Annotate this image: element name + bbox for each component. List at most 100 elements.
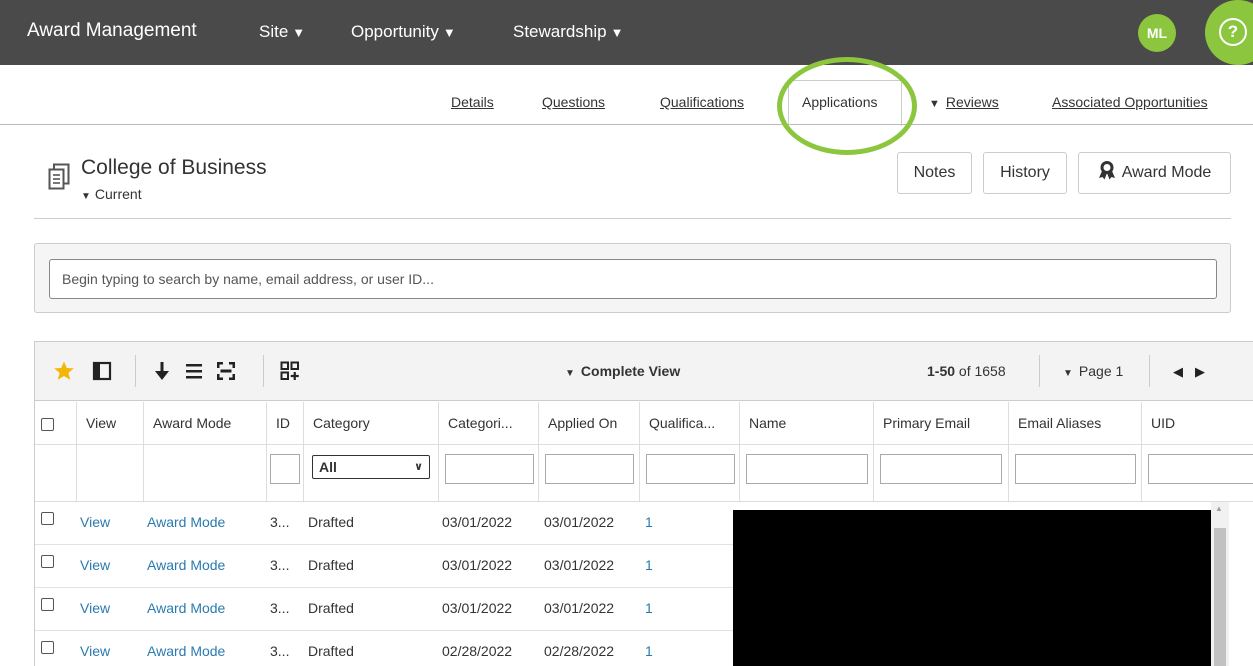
row-applied-on-date: 03/01/2022 [544,557,615,573]
tab-reviews[interactable]: ▼ Reviews [929,94,999,110]
page-title: College of Business [81,156,267,179]
filter-cell [1009,445,1142,502]
view-selector[interactable]: ▼ Complete View [565,363,680,379]
award-mode-button[interactable]: Award Mode [1078,152,1231,194]
column-header-primary-email[interactable]: Primary Email [874,402,1009,445]
row-award-mode-link[interactable]: Award Mode [147,600,225,616]
filter-email-aliases-input[interactable] [1015,454,1136,484]
scroll-up-arrow-icon[interactable]: ▲ [1215,504,1223,513]
caret-down-icon: ▼ [1063,368,1073,379]
toolbar-separator [263,355,264,387]
toolbar-separator [1039,355,1040,387]
help-icon: ? [1219,18,1247,46]
column-header-view[interactable]: View [77,402,144,445]
column-header-category[interactable]: Category [304,402,439,445]
caret-down-icon: ▼ [610,25,624,40]
redacted-area [733,510,1211,666]
add-widget-grid-icon[interactable] [279,360,301,382]
help-button[interactable]: ? [1205,0,1253,65]
page-selector[interactable]: ▼ Page 1 [1063,363,1123,379]
column-header-qualifications[interactable]: Qualifica... [640,402,740,445]
row-id: 3... [270,600,290,616]
favorite-star-icon[interactable] [53,360,75,382]
tab-associated-opportunities[interactable]: Associated Opportunities [1052,94,1208,110]
award-mode-label: Award Mode [1121,164,1212,181]
nav-stewardship-label: Stewardship [513,22,607,41]
row-categorized-date: 03/01/2022 [442,557,513,573]
scrollbar-thumb[interactable] [1214,528,1226,666]
row-view-link[interactable]: View [80,600,110,616]
subnav-divider [0,124,1253,125]
record-range: 1-50 of 1658 [927,363,1006,379]
row-category: Drafted [308,557,354,573]
filter-qualifications-input[interactable] [646,454,735,484]
column-header-name[interactable]: Name [740,402,874,445]
row-checkbox[interactable] [41,512,54,525]
column-panel-icon[interactable] [91,360,113,382]
row-qualifications-link[interactable]: 1 [645,600,653,616]
applications-grid: ▼ Complete View 1-50 of 1658 ▼ Page 1 ◀ ▶ … [34,341,1253,666]
row-view-link[interactable]: View [80,557,110,573]
notes-button[interactable]: Notes [897,152,972,194]
row-view-link[interactable]: View [80,514,110,530]
row-view-link[interactable]: View [80,643,110,659]
vertical-scrollbar[interactable]: ▲ [1211,502,1229,666]
column-header-categorized[interactable]: Categori... [439,402,539,445]
filter-id-input[interactable] [270,454,300,484]
column-header-email-aliases[interactable]: Email Aliases [1009,402,1142,445]
list-menu-icon[interactable] [183,360,205,382]
caret-down-icon: ▼ [565,368,575,379]
row-qualifications-link[interactable]: 1 [645,514,653,530]
caret-down-icon: ▼ [929,98,940,110]
copy-pages-icon [48,163,70,190]
filter-applied-on-input[interactable] [545,454,634,484]
filter-cell [539,445,640,502]
row-applied-on-date: 02/28/2022 [544,643,615,659]
header-divider [34,218,1231,219]
filter-cell: All ∨ [304,445,439,502]
row-award-mode-link[interactable]: Award Mode [147,514,225,530]
nav-opportunity-menu[interactable]: Opportunity ▼ [351,22,456,42]
tab-qualifications[interactable]: Qualifications [660,94,744,110]
version-selector[interactable]: ▼ Current [81,186,142,202]
prev-page-icon[interactable]: ◀ [1173,364,1183,380]
category-filter-select[interactable]: All ∨ [312,455,430,479]
column-header-award-mode[interactable]: Award Mode [144,402,267,445]
row-checkbox[interactable] [41,641,54,654]
row-checkbox[interactable] [41,598,54,611]
column-header-id[interactable]: ID [267,402,304,445]
search-input[interactable] [49,259,1217,299]
column-header-applied-on[interactable]: Applied On [539,402,640,445]
user-avatar[interactable]: ML [1138,14,1176,52]
column-header-uid[interactable]: UID [1142,402,1253,445]
next-page-icon[interactable]: ▶ [1195,364,1205,380]
history-button[interactable]: History [983,152,1067,194]
range-start-end: 1-50 [927,363,956,379]
expand-view-icon[interactable] [215,360,237,382]
nav-stewardship-menu[interactable]: Stewardship ▼ [513,22,623,42]
top-navigation-bar: Award Management Site ▼ Opportunity ▼ Stew… [0,0,1253,65]
caret-down-icon: ▼ [292,25,306,40]
filter-cell [77,445,144,502]
row-award-mode-link[interactable]: Award Mode [147,557,225,573]
row-qualifications-link[interactable]: 1 [645,643,653,659]
select-all-checkbox[interactable] [41,418,54,431]
filter-categorized-input[interactable] [445,454,534,484]
download-arrow-icon[interactable] [151,360,173,382]
nav-opportunity-label: Opportunity [351,22,439,41]
row-award-mode-link[interactable]: Award Mode [147,643,225,659]
filter-name-input[interactable] [746,454,868,484]
filter-uid-input[interactable] [1148,454,1253,484]
filter-primary-email-input[interactable] [880,454,1002,484]
brand-title[interactable]: Award Management [27,20,197,42]
row-checkbox[interactable] [41,555,54,568]
tab-details[interactable]: Details [451,94,494,110]
version-label: Current [94,186,142,202]
tab-reviews-label: Reviews [945,94,999,110]
filter-cell [35,445,77,502]
row-id: 3... [270,643,290,659]
tab-questions[interactable]: Questions [542,94,605,110]
nav-site-menu[interactable]: Site ▼ [259,22,305,42]
category-filter-value: All [319,459,337,475]
row-qualifications-link[interactable]: 1 [645,557,653,573]
